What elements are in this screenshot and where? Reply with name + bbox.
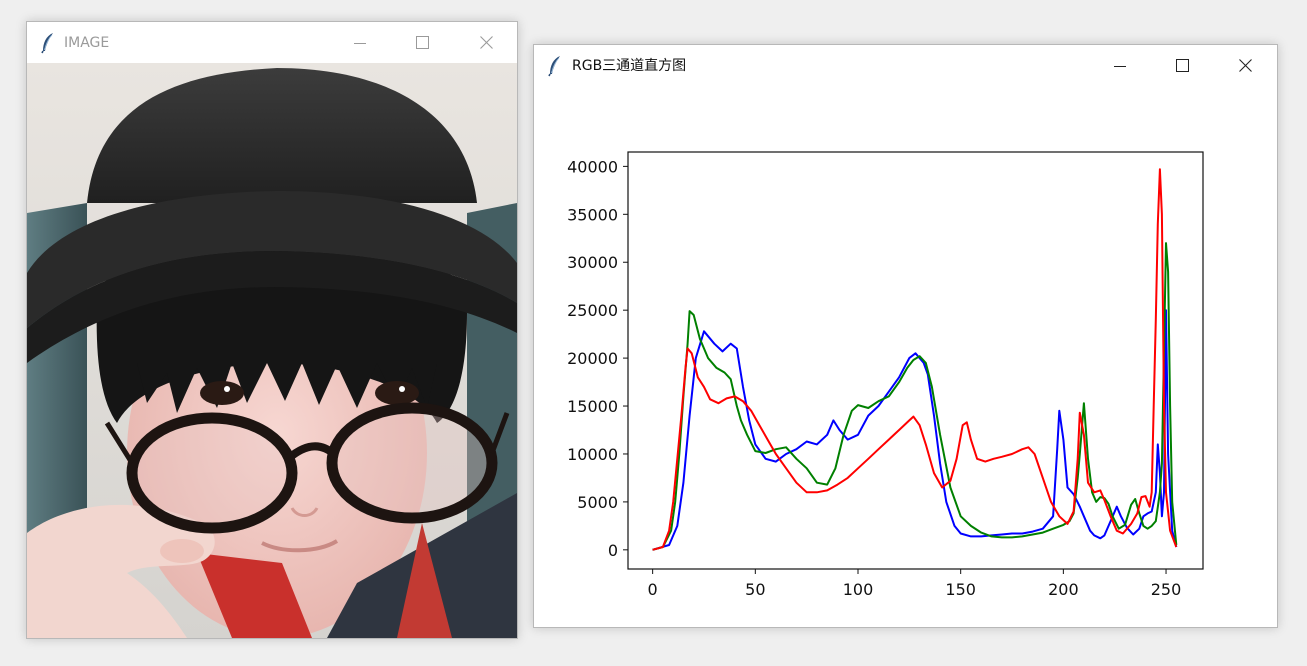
x-axis: 0 50 100 150 200 250 [648,569,1182,599]
image-canvas [27,63,517,638]
y-tick-label: 0 [608,541,618,560]
x-tick-label: 200 [1048,580,1079,599]
close-icon [1238,59,1252,72]
x-tick-label: 150 [945,580,976,599]
close-button[interactable] [463,22,509,63]
y-tick-label: 25000 [567,301,618,320]
maximize-icon [1175,59,1189,72]
x-tick-label: 100 [843,580,874,599]
maximize-icon [415,36,429,49]
x-tick-label: 250 [1151,580,1182,599]
minimize-button[interactable] [1097,45,1143,86]
image-window-titlebar[interactable]: IMAGE [27,22,517,63]
y-tick-label: 35000 [567,205,618,224]
close-icon [479,36,493,49]
histogram-window[interactable]: RGB三通道直方图 0 50 100 150 200 250 0 5000 10000 1500… [533,44,1278,628]
plot-lines [652,168,1178,551]
y-tick-label: 20000 [567,349,618,368]
window-title: IMAGE [64,35,110,51]
minimize-icon [354,42,366,44]
series-line-0 [652,309,1178,551]
feather-icon [41,32,55,54]
rgb-histogram-chart: 0 50 100 150 200 250 0 5000 10000 15000 20000 2500… [567,151,1204,599]
histogram-window-titlebar[interactable]: RGB三通道直方图 [534,45,1277,86]
y-tick-label: 10000 [567,445,618,464]
close-button[interactable] [1222,45,1268,86]
window-title: RGB三通道直方图 [572,58,687,74]
y-tick-label: 40000 [567,157,618,176]
selfie-photo [27,63,517,638]
histogram-canvas: 0 50 100 150 200 250 0 5000 10000 15000 20000 2500… [534,86,1277,627]
minimize-icon [1114,65,1126,67]
minimize-button[interactable] [337,22,383,63]
y-tick-label: 30000 [567,253,618,272]
maximize-button[interactable] [399,22,445,63]
feather-icon [548,55,562,77]
x-tick-label: 50 [745,580,765,599]
y-tick-label: 15000 [567,397,618,416]
x-tick-label: 0 [648,580,658,599]
maximize-button[interactable] [1159,45,1205,86]
image-window[interactable]: IMAGE [26,21,518,639]
y-axis: 0 5000 10000 15000 20000 25000 30000 35000 40000 [567,157,628,560]
y-tick-label: 5000 [577,493,618,512]
